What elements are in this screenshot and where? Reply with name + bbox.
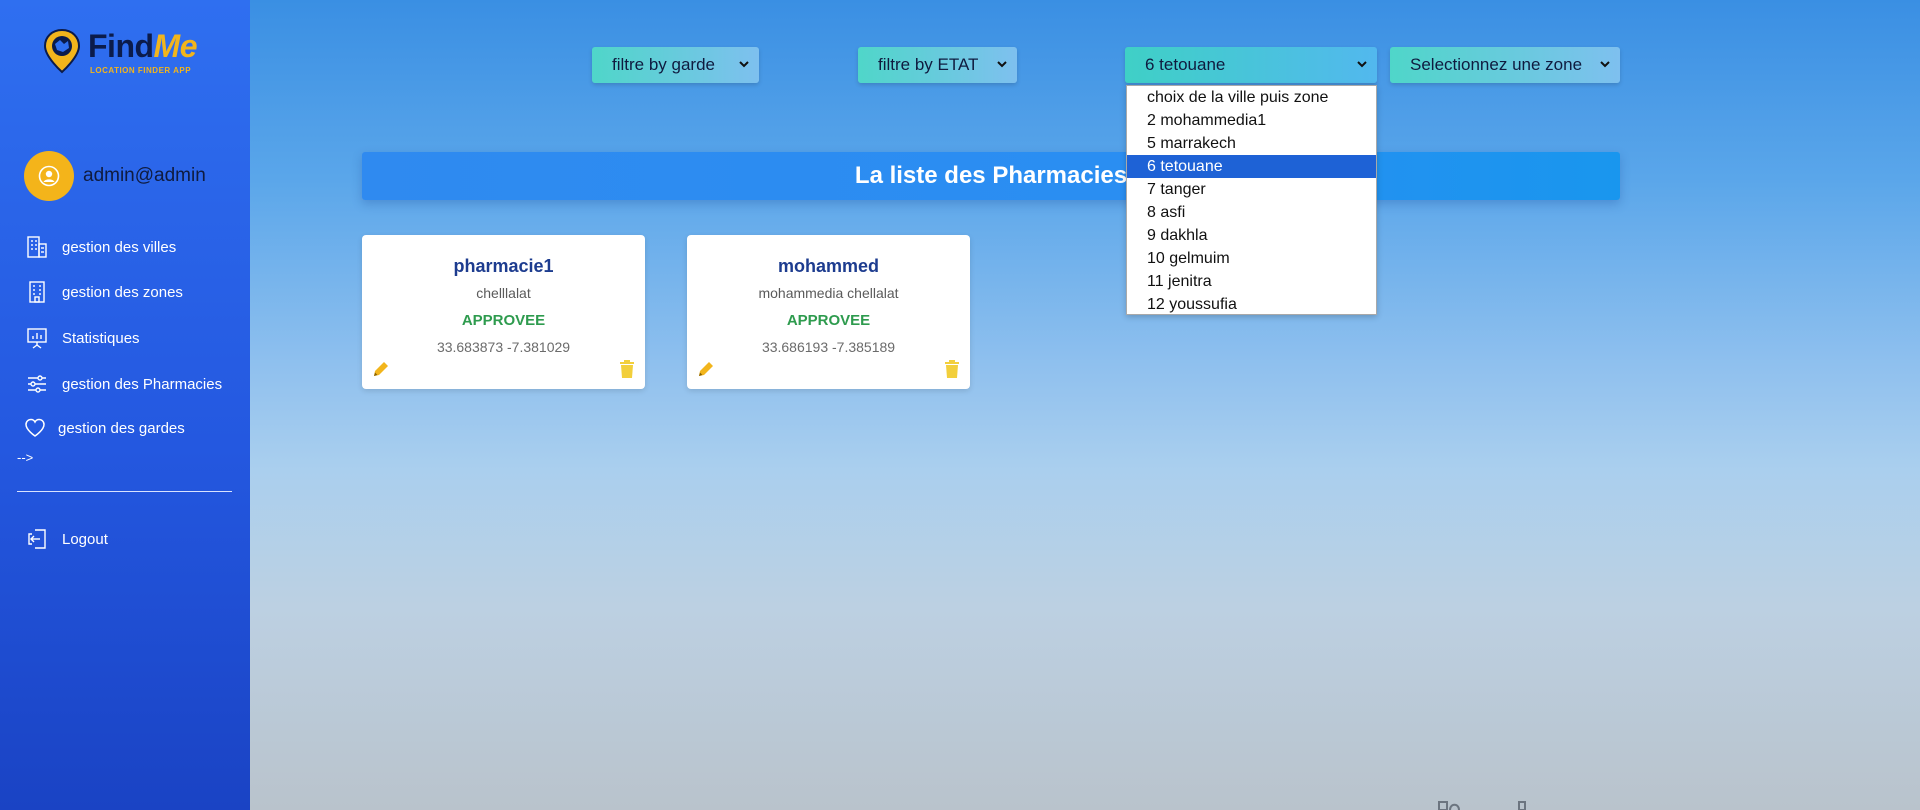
logout-button[interactable]: Logout [26, 525, 108, 553]
heart-icon [24, 416, 46, 440]
sidebar-item-zones[interactable]: gestion des zones [26, 278, 183, 306]
sidebar-divider [17, 491, 232, 492]
chevron-down-icon [1600, 61, 1610, 68]
main-content [250, 0, 1920, 810]
filter-ville-select[interactable]: 6 tetouane [1125, 47, 1377, 83]
avatar [24, 151, 74, 201]
sidebar-item-pharmacies[interactable]: gestion des Pharmacies [26, 370, 222, 398]
pharmacy-coordinates: 33.683873 -7.381029 [436, 339, 571, 355]
pharmacy-name: mohammed [777, 256, 880, 276]
pharmacy-address: mohammedia chellalat [758, 285, 899, 301]
brand-tagline: LOCATION FINDER APP [90, 66, 192, 75]
dropdown-option[interactable]: 7 tanger [1127, 178, 1376, 201]
findme-logo[interactable]: FindMe LOCATION FINDER APP [42, 26, 212, 78]
dropdown-option[interactable]: 9 dakhla [1127, 224, 1376, 247]
pencil-icon[interactable] [371, 359, 391, 379]
filter-garde-select[interactable]: filtre by garde [592, 47, 759, 83]
sliders-icon [26, 372, 48, 396]
building-icon [26, 280, 48, 304]
user-circle-icon [38, 165, 60, 187]
status-badge: APPROVEE [461, 312, 546, 329]
filter-etat-select[interactable]: filtre by ETAT [858, 47, 1017, 83]
page-title: La liste des Pharmacies [854, 162, 1128, 189]
brand-name: FindMe [88, 28, 197, 65]
sidebar-item-villes[interactable]: gestion des villes [26, 233, 176, 261]
sidebar-item-gardes[interactable]: gestion des gardes [24, 414, 185, 442]
partial-icons [1438, 801, 1526, 810]
filter-zone-select[interactable]: Selectionnez une zone [1390, 47, 1620, 83]
brand-name-part1: Find [88, 28, 154, 64]
sidebar-item-statistiques[interactable]: Statistiques [26, 324, 140, 352]
brand-name-part2: Me [153, 28, 198, 64]
sidebar: FindMe LOCATION FINDER APP admin@admin g… [0, 0, 250, 810]
pharmacy-name: pharmacie1 [453, 256, 554, 276]
user-profile[interactable]: admin@admin [24, 151, 206, 201]
dropdown-option[interactable]: 10 gelmuim [1127, 247, 1376, 270]
dropdown-option[interactable]: 12 youssufia [1127, 293, 1376, 316]
pencil-icon[interactable] [696, 359, 716, 379]
stray-arrow-text: --> [17, 450, 34, 465]
sidebar-item-label: Statistiques [62, 329, 140, 347]
dropdown-option[interactable]: 2 mohammedia1 [1127, 109, 1376, 132]
dropdown-option[interactable]: choix de la ville puis zone [1127, 86, 1376, 109]
pharmacy-card: mohammed mohammedia chellalat APPROVEE 3… [687, 235, 970, 389]
dropdown-option-selected[interactable]: 6 tetouane [1127, 155, 1376, 178]
chevron-down-icon [997, 61, 1007, 68]
dropdown-option[interactable]: 5 marrakech [1127, 132, 1376, 155]
sidebar-item-label: gestion des gardes [58, 419, 185, 437]
sidebar-item-label: gestion des villes [62, 238, 177, 256]
chevron-down-icon [1357, 61, 1367, 68]
chevron-down-icon [739, 61, 749, 68]
pharmacy-card: pharmacie1 chelllalat APPROVEE 33.683873… [362, 235, 645, 389]
city-buildings-icon [26, 235, 48, 259]
sidebar-item-label: gestion des zones [62, 283, 183, 301]
sidebar-item-label: gestion des Pharmacies [62, 375, 223, 393]
pharmacy-address: chelllalat [476, 285, 531, 301]
filter-etat-value: filtre by ETAT [878, 55, 979, 74]
trash-icon[interactable] [618, 359, 636, 379]
logout-icon [26, 527, 48, 551]
filter-ville-value: 6 tetouane [1145, 55, 1226, 74]
trash-icon[interactable] [943, 359, 961, 379]
ville-dropdown-list: choix de la ville puis zone 2 mohammedia… [1126, 85, 1377, 315]
presentation-chart-icon [26, 326, 48, 350]
pharmacy-coordinates: 33.686193 -7.385189 [761, 339, 896, 355]
user-email: admin@admin [83, 165, 206, 186]
dropdown-option[interactable]: 8 asfi [1127, 201, 1376, 224]
logout-label: Logout [62, 530, 108, 548]
filter-zone-value: Selectionnez une zone [1410, 55, 1583, 74]
page-title-banner: La liste des Pharmacies [362, 152, 1620, 200]
location-pin-icon [43, 28, 81, 74]
status-badge: APPROVEE [786, 312, 871, 329]
filter-garde-value: filtre by garde [612, 55, 715, 74]
dropdown-option[interactable]: 11 jenitra [1127, 270, 1376, 293]
